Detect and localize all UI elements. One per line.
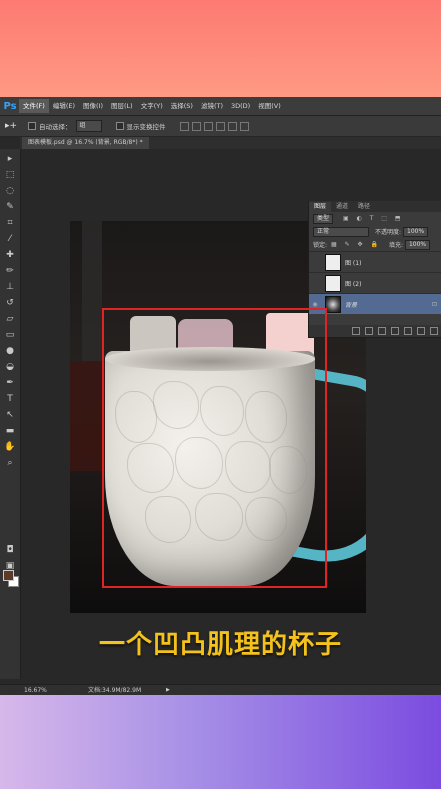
path-select-icon[interactable]: ↖ [4, 409, 16, 421]
layer-row-selected[interactable]: ◉ 背景 ⊡ [309, 293, 441, 314]
fx-icon[interactable] [365, 327, 373, 335]
auto-select-checkbox[interactable] [28, 122, 36, 130]
show-transform-checkbox[interactable] [115, 122, 124, 130]
lasso-icon[interactable]: ◌ [4, 185, 16, 197]
zoom-icon[interactable]: ⌕ [4, 457, 16, 469]
status-bar: 16.67% 文档:34.9M/82.9M ▶ [0, 684, 441, 695]
menu-layer[interactable]: 图层(L) [107, 99, 137, 113]
layer-thumbnail [325, 253, 341, 271]
new-layer-icon[interactable] [417, 327, 425, 335]
group-icon[interactable] [404, 327, 412, 335]
auto-select-dropdown[interactable]: 组 [75, 120, 102, 132]
lock-row: 锁定: ▦ ✎ ✥ 🔒 填充: 100% [309, 238, 441, 251]
tab-paths[interactable]: 路径 [353, 202, 375, 212]
background-bottle [82, 221, 102, 361]
document-tab[interactable]: 图表模板.psd @ 16.7% (背景, RGB/8*) * [22, 137, 149, 149]
align-middle-icon[interactable] [191, 121, 201, 131]
menu-3d[interactable]: 3D(D) [227, 99, 254, 113]
opacity-field[interactable]: 100% [403, 226, 429, 237]
zoom-level[interactable]: 16.67% [24, 685, 47, 695]
show-transform-label: 显示变换控件 [126, 123, 166, 131]
opacity-label: 不透明度: [375, 229, 402, 236]
quick-mask-icon[interactable]: ◘ [4, 544, 16, 556]
lock-icon: ⊡ [432, 300, 438, 308]
crop-icon[interactable]: ⌗ [4, 217, 16, 229]
layer-thumbnail [325, 274, 341, 292]
type-icon[interactable]: T [4, 393, 16, 405]
align-left-icon[interactable] [215, 121, 225, 131]
quick-select-icon[interactable]: ✎ [4, 201, 16, 213]
layers-panel-footer [309, 325, 441, 337]
hand-icon[interactable]: ✋ [4, 441, 16, 453]
lock-label: 锁定: [313, 242, 328, 249]
pen-icon[interactable]: ✒ [4, 377, 16, 389]
layer-name: 图 (2) [345, 280, 362, 288]
blur-icon[interactable]: ● [4, 345, 16, 357]
eyedropper-icon[interactable]: ⁄ [4, 233, 16, 245]
menu-edit[interactable]: 编辑(E) [49, 99, 79, 113]
heal-icon[interactable]: ✚ [4, 249, 16, 261]
shape-icon[interactable]: ▬ [4, 425, 16, 437]
layer-name: 图 (1) [345, 259, 362, 267]
align-icons [179, 121, 249, 131]
lock-icons[interactable]: ▦ ✎ ✥ 🔒 [331, 241, 381, 248]
menu-view[interactable]: 视图(V) [254, 99, 285, 113]
gradient-icon[interactable]: ▭ [4, 329, 16, 341]
photoshop-logo-icon: Ps [3, 100, 17, 112]
fill-label: 填充: [388, 242, 403, 249]
fill-field[interactable]: 100% [404, 239, 431, 250]
layer-filter-row: 类型 ▣ ◐ T ⬚ ⬒ [309, 212, 441, 225]
blend-mode-dropdown[interactable]: 正常 [313, 226, 369, 237]
history-brush-icon[interactable]: ↺ [4, 297, 16, 309]
panel-tabs: 图层 通道 路径 [309, 201, 441, 212]
video-caption: 一个凹凸肌理的杯子 [98, 630, 342, 660]
link-icon[interactable] [352, 327, 360, 335]
mask-icon[interactable] [378, 327, 386, 335]
menu-image[interactable]: 图像(I) [79, 99, 107, 113]
dodge-icon[interactable]: ◒ [4, 361, 16, 373]
menu-file[interactable]: 文件(F) [19, 99, 49, 113]
stamp-icon[interactable]: ⊥ [4, 281, 16, 293]
layer-filter-dropdown[interactable]: 类型 [313, 213, 334, 224]
menu-type[interactable]: 文字(Y) [137, 99, 167, 113]
layers-panel: 图层 通道 路径 类型 ▣ ◐ T ⬚ ⬒ 正常 不透明度: 100% 锁定: … [308, 201, 441, 338]
options-bar: ▸+ 自动选择： 组 显示变换控件 [0, 116, 441, 137]
blend-row: 正常 不透明度: 100% [309, 225, 441, 238]
highlight-box [102, 308, 327, 588]
visibility-eye-icon[interactable]: ◉ [309, 301, 321, 308]
align-center-icon[interactable] [227, 121, 237, 131]
marquee-icon[interactable]: ⬚ [4, 169, 16, 181]
layer-row[interactable]: 图 (2) [309, 272, 441, 293]
document-tab-row: 图表模板.psd @ 16.7% (背景, RGB/8*) * [20, 137, 441, 149]
menu-select[interactable]: 选择(S) [167, 99, 197, 113]
top-gradient-band [0, 0, 441, 97]
menu-filter[interactable]: 滤镜(T) [197, 99, 227, 113]
trash-icon[interactable] [430, 327, 438, 335]
move-tool-preset-icon[interactable]: ▸+ [0, 121, 22, 131]
move-icon[interactable]: ▸ [4, 153, 16, 165]
align-right-icon[interactable] [239, 121, 249, 131]
bottom-gradient-band [0, 695, 441, 789]
layer-row[interactable]: 图 (1) [309, 251, 441, 272]
tab-channels[interactable]: 通道 [331, 202, 353, 212]
tools-panel: ▸ ⬚ ◌ ✎ ⌗ ⁄ ✚ ✏ ⊥ ↺ ▱ ▭ ● ◒ ✒ T ↖ ▬ ✋ ⌕ … [0, 149, 21, 679]
screen-mode-icon[interactable]: ▣ [4, 560, 16, 572]
menu-bar: Ps 文件(F) 编辑(E) 图像(I) 图层(L) 文字(Y) 选择(S) 滤… [0, 97, 441, 116]
document-info: 文档:34.9M/82.9M [88, 687, 142, 694]
adjustment-icon[interactable] [391, 327, 399, 335]
auto-select-label: 自动选择： [39, 123, 72, 131]
align-top-icon[interactable] [179, 121, 189, 131]
tab-layers[interactable]: 图层 [309, 202, 332, 212]
layer-thumbnail [325, 295, 341, 313]
align-bottom-icon[interactable] [203, 121, 213, 131]
eraser-icon[interactable]: ▱ [4, 313, 16, 325]
filter-icons[interactable]: ▣ ◐ T ⬚ ⬒ [343, 215, 404, 222]
layer-name: 背景 [345, 301, 358, 309]
status-menu-arrow-icon[interactable]: ▶ [166, 685, 170, 695]
brush-icon[interactable]: ✏ [4, 265, 16, 277]
